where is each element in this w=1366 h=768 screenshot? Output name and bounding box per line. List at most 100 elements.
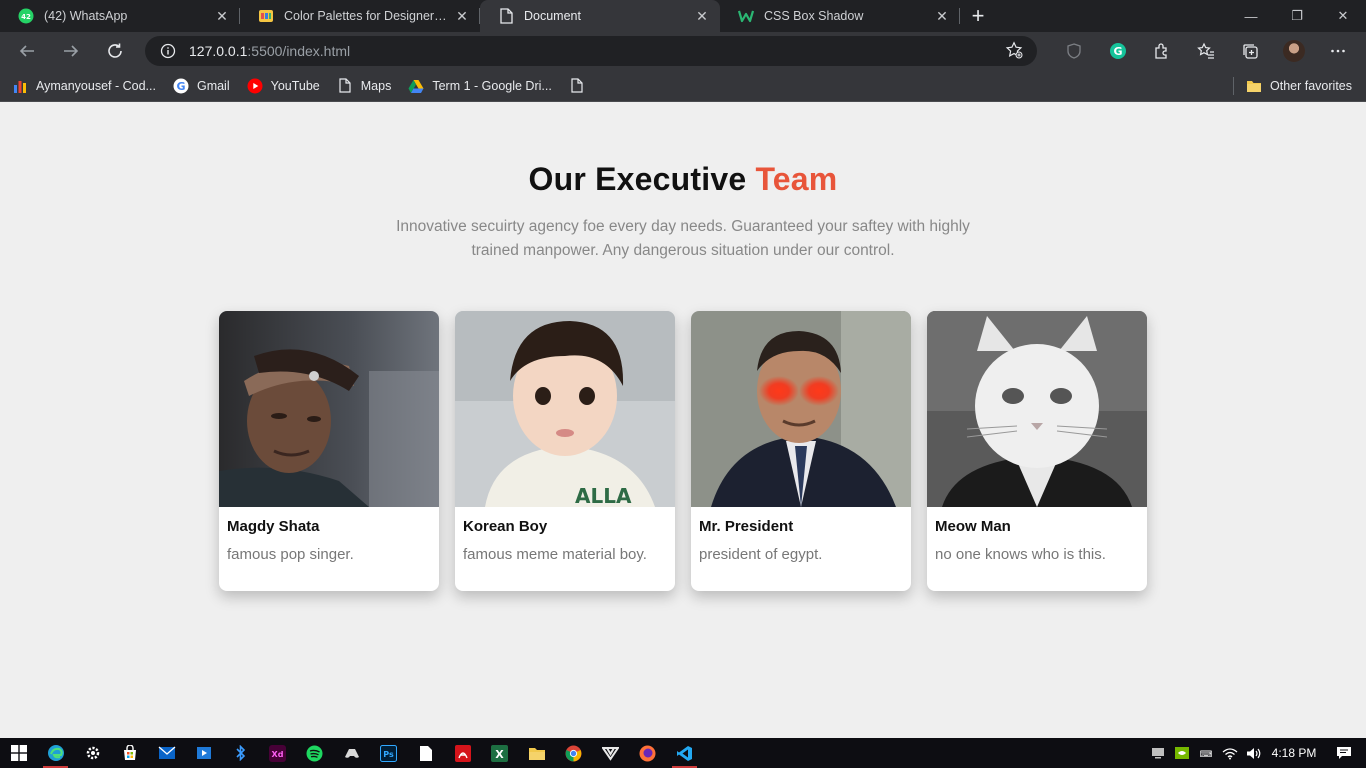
svg-text:X: X (495, 748, 504, 761)
game-icon[interactable] (333, 738, 370, 768)
nvidia-icon[interactable] (1170, 738, 1194, 768)
close-window-icon[interactable]: ✕ (1320, 0, 1366, 32)
bluetooth-icon[interactable] (222, 738, 259, 768)
team-card: Mr. President president of egypt. (691, 311, 911, 591)
add-favorite-icon[interactable] (1005, 40, 1023, 62)
address-bar[interactable]: 127.0.0.1:5500/index.html (145, 36, 1037, 66)
tab-whatsapp[interactable]: 42 (42) WhatsApp ✕ (0, 0, 240, 32)
svg-text:ALLA: ALLA (575, 484, 632, 507)
app-icon[interactable] (592, 738, 629, 768)
input-method-icon[interactable]: ⌨ (1194, 738, 1218, 768)
bookmarks-bar: Aymanyousef - Cod... G Gmail YouTube Map… (0, 70, 1366, 102)
close-icon[interactable]: ✕ (934, 8, 950, 24)
photoshop-icon[interactable]: Ps (370, 738, 407, 768)
page-title: Our Executive Team (0, 161, 1366, 198)
grammarly-icon[interactable]: G (1100, 36, 1136, 66)
bookmark-gmail[interactable]: G Gmail (173, 78, 230, 94)
extensions-icon[interactable] (1144, 36, 1180, 66)
spotify-icon[interactable] (296, 738, 333, 768)
more-menu-icon[interactable] (1320, 36, 1356, 66)
page-content: Our Executive Team Innovative secuirty a… (0, 103, 1366, 738)
windows-taskbar: Xd Ps X ⌨ 4:18 PM (0, 738, 1366, 768)
file-icon[interactable] (407, 738, 444, 768)
close-icon[interactable]: ✕ (454, 8, 470, 24)
minimize-icon[interactable]: — (1228, 0, 1274, 32)
member-description: famous pop singer. (227, 546, 354, 563)
bookmark-label: Gmail (196, 78, 230, 93)
store-icon[interactable] (111, 738, 148, 768)
team-card: Meow Man no one knows who is this. (927, 311, 1147, 591)
window-controls: — ❐ ✕ (1228, 0, 1366, 32)
tracking-prevention-icon[interactable] (1056, 36, 1092, 66)
vscode-icon[interactable] (666, 738, 703, 768)
clock[interactable]: 4:18 PM (1266, 738, 1322, 768)
member-photo: ALLA (455, 311, 675, 507)
svg-text:Xd: Xd (272, 750, 284, 759)
google-icon: G (173, 78, 189, 94)
volume-icon[interactable] (1242, 738, 1266, 768)
movies-icon[interactable] (185, 738, 222, 768)
settings-gear-icon[interactable] (74, 738, 111, 768)
youtube-icon (247, 78, 263, 94)
bookmark-untitled[interactable] (569, 78, 593, 94)
adobe-xd-icon[interactable]: Xd (259, 738, 296, 768)
forward-icon[interactable] (54, 36, 88, 66)
svg-text:G: G (1113, 45, 1122, 58)
favorites-icon[interactable] (1188, 36, 1224, 66)
tab-document[interactable]: Document ✕ (480, 0, 720, 32)
file-explorer-icon[interactable] (518, 738, 555, 768)
profile-avatar[interactable] (1276, 36, 1312, 66)
team-cards: Magdy Shata famous pop singer. ALLA Kore… (219, 311, 1147, 591)
bookmark-google-drive[interactable]: Term 1 - Google Dri... (408, 78, 552, 94)
page-icon (337, 78, 353, 94)
edge-icon[interactable] (37, 738, 74, 768)
wifi-icon[interactable] (1218, 738, 1242, 768)
close-icon[interactable]: ✕ (694, 8, 710, 24)
bar-chart-icon (12, 78, 28, 94)
tab-title: Color Palettes for Designers and (284, 9, 448, 23)
svg-text:Ps: Ps (383, 750, 394, 759)
browser-toolbar: 127.0.0.1:5500/index.html G (0, 32, 1366, 70)
url-path: :5500/index.html (247, 43, 351, 59)
back-icon[interactable] (10, 36, 44, 66)
drive-icon (408, 78, 424, 94)
folder-icon (1246, 78, 1262, 94)
member-name: Meow Man (935, 518, 1011, 535)
tab-color-palettes[interactable]: Color Palettes for Designers and ✕ (240, 0, 480, 32)
toolbar-actions: G (1056, 36, 1356, 66)
team-card: Magdy Shata famous pop singer. (219, 311, 439, 591)
monitor-icon[interactable] (1146, 738, 1170, 768)
acrobat-icon[interactable] (444, 738, 481, 768)
collections-icon[interactable] (1232, 36, 1268, 66)
new-tab-button[interactable]: + (960, 0, 996, 32)
member-description: president of egypt. (699, 546, 823, 563)
bookmark-youtube[interactable]: YouTube (247, 78, 320, 94)
chrome-icon[interactable] (555, 738, 592, 768)
other-favorites[interactable]: Other favorites (1233, 70, 1352, 101)
tab-title: Document (524, 9, 581, 23)
restore-icon[interactable]: ❐ (1274, 0, 1320, 32)
close-icon[interactable]: ✕ (214, 8, 230, 24)
tab-css-box-shadow[interactable]: CSS Box Shadow ✕ (720, 0, 960, 32)
member-description: famous meme material boy. (463, 546, 647, 563)
windows-start-icon[interactable] (0, 738, 37, 768)
document-icon (498, 8, 514, 24)
info-icon[interactable] (159, 42, 177, 60)
refresh-icon[interactable] (98, 36, 132, 66)
bookmark-aymanyousef[interactable]: Aymanyousef - Cod... (12, 78, 156, 94)
bookmark-maps[interactable]: Maps (337, 78, 391, 94)
mail-icon[interactable] (148, 738, 185, 768)
system-tray: ⌨ 4:18 PM (1146, 738, 1366, 768)
excel-icon[interactable]: X (481, 738, 518, 768)
tab-title: CSS Box Shadow (764, 9, 864, 23)
page-icon (569, 78, 585, 94)
svg-text:⌨: ⌨ (1200, 750, 1213, 759)
notifications-icon[interactable] (1322, 738, 1366, 768)
member-name: Mr. President (699, 518, 794, 535)
other-favorites-label: Other favorites (1270, 78, 1352, 93)
firefox-icon[interactable] (629, 738, 666, 768)
member-name: Magdy Shata (227, 518, 320, 535)
page-subtitle: Innovative secuirty agency foe every day… (396, 218, 970, 259)
title-accent: Team (755, 161, 838, 197)
svg-text:42: 42 (21, 13, 31, 21)
